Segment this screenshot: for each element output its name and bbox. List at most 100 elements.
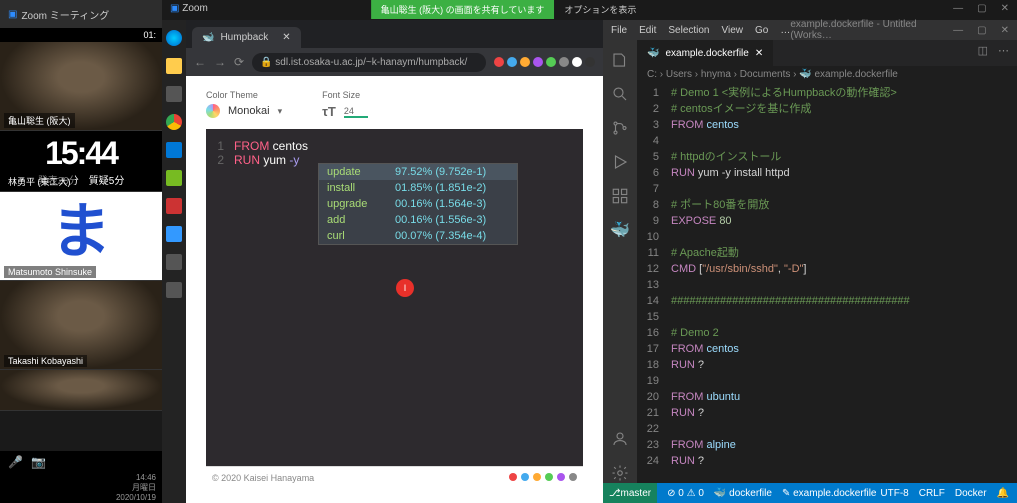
app-icon[interactable]: [166, 226, 182, 242]
address-bar[interactable]: 🔒 sdl.ist.osaka-u.ac.jp/~k-hanaym/humpba…: [252, 53, 486, 72]
zoom-app-icon: ▣: [8, 9, 17, 20]
status-file-type[interactable]: 🐳 dockerfile: [714, 488, 772, 499]
maximize-icon[interactable]: ▢: [977, 3, 986, 17]
search-icon[interactable]: [610, 84, 630, 104]
humpback-editor[interactable]: 1FROM centos 2RUN yum -y update97.52% (9…: [206, 129, 583, 466]
close-icon[interactable]: ✕: [1001, 3, 1009, 17]
lock-icon: 🔒: [260, 57, 272, 68]
participant-video: [0, 370, 162, 410]
maximize-icon[interactable]: ▢: [977, 25, 986, 36]
explorer-icon[interactable]: [166, 58, 182, 74]
participant-tile[interactable]: [0, 370, 162, 411]
vscode-activity-bar[interactable]: 🐳: [603, 40, 637, 483]
menu-item[interactable]: View: [722, 25, 744, 36]
menu-item[interactable]: Selection: [668, 25, 709, 36]
minimize-icon[interactable]: —: [953, 3, 963, 17]
screen-share-banner: 亀山聡生 (阪大) の画面を共有しています オプションを表示: [371, 0, 647, 19]
encoding-status[interactable]: UTF-8: [880, 488, 908, 499]
zoom-toolbar[interactable]: 🎤 📷 14:46 月曜日 2020/10/19: [0, 451, 162, 503]
extension-icons[interactable]: [494, 57, 595, 67]
menu-item[interactable]: Edit: [639, 25, 656, 36]
favicon-icon: 🐋: [202, 32, 214, 43]
notifications-icon[interactable]: 🔔: [997, 488, 1009, 499]
chrome-window: 🐋 Humpback ✕ ← → ⟳ 🔒 sdl.ist.osaka-u.ac.…: [186, 20, 603, 503]
autocomplete-popup[interactable]: update97.52% (9.752e-1)install01.85% (1.…: [318, 163, 518, 245]
settings-icon[interactable]: [166, 86, 182, 102]
zoom-titlebar[interactable]: ▣ Zoom ミーティング: [0, 0, 162, 28]
fontsize-label: Font Size: [322, 90, 368, 100]
suggestion-item[interactable]: update97.52% (9.752e-1): [319, 164, 517, 180]
fontsize-icon: τT: [322, 104, 336, 119]
fontsize-input[interactable]: 24: [344, 106, 368, 118]
taskbar-clock: 14:46 月曜日 2020/10/19: [0, 473, 162, 502]
theme-swatch-icon: [206, 104, 220, 118]
vscode-statusbar[interactable]: ⎇ master ⊘ 0 ⚠ 0 🐳 dockerfile ✎ example.…: [603, 483, 1017, 503]
git-branch[interactable]: ⎇ master: [603, 483, 657, 503]
menu-item[interactable]: File: [611, 25, 627, 36]
app-icon[interactable]: [166, 254, 182, 270]
footer-links[interactable]: [509, 473, 577, 483]
docker-icon[interactable]: 🐳: [610, 220, 630, 240]
editor-tab[interactable]: 🐳 example.dockerfile ✕: [637, 40, 774, 66]
suggestion-item[interactable]: install01.85% (1.851e-2): [319, 180, 517, 196]
vscode-window: File Edit Selection View Go … example.dockerf…: [603, 20, 1017, 503]
zoom-meeting-window: ▣ Zoom ミーティング 01: 亀山聡生 (阪大) 15:44 発表20分 …: [0, 0, 162, 503]
vscode-icon[interactable]: [166, 142, 182, 158]
chrome-icon[interactable]: [166, 114, 182, 130]
files-icon[interactable]: [610, 50, 630, 70]
app-icon[interactable]: [166, 170, 182, 186]
run-debug-icon[interactable]: [610, 152, 630, 172]
vscode-menubar[interactable]: File Edit Selection View Go …: [611, 25, 790, 36]
zoom-duration: 01:: [0, 28, 162, 42]
page-footer: © 2020 Kaisei Hanayama: [212, 473, 314, 483]
theme-select[interactable]: Monokai: [228, 105, 270, 117]
participant-tile[interactable]: 15:44 発表20分 質疑5分 林勇平 (東工大): [0, 131, 162, 192]
breadcrumb[interactable]: C: › Users › hnyma › Documents › 🐳 examp…: [637, 66, 1017, 83]
participant-tile[interactable]: ま Matsumoto Shinsuke: [0, 192, 162, 281]
language-status[interactable]: Docker: [955, 488, 987, 499]
menu-item[interactable]: …: [780, 25, 790, 36]
chevron-down-icon[interactable]: ▾: [278, 106, 283, 117]
windows-taskbar[interactable]: [162, 20, 186, 503]
tab-close-icon[interactable]: ✕: [755, 48, 763, 59]
mic-icon[interactable]: 🎤: [8, 455, 23, 469]
suggestion-item[interactable]: curl00.07% (7.354e-4): [319, 228, 517, 244]
minimize-icon[interactable]: —: [953, 25, 963, 36]
vscode-title: example.dockerfile - Untitled (Works…: [790, 19, 953, 41]
participant-tile[interactable]: 亀山聡生 (阪大): [0, 42, 162, 131]
theme-label: Color Theme: [206, 90, 282, 100]
back-icon[interactable]: ←: [194, 55, 206, 69]
app-icon[interactable]: [166, 282, 182, 298]
eol-status[interactable]: CRLF: [919, 488, 945, 499]
suggestion-item[interactable]: upgrade00.16% (1.564e-3): [319, 196, 517, 212]
share-status: 亀山聡生 (阪大) の画面を共有しています: [371, 0, 555, 19]
humpback-page: Color Theme Monokai ▾ Font Size τT 24 1F…: [186, 76, 603, 503]
reload-icon[interactable]: ⟳: [234, 55, 244, 69]
code-editor[interactable]: 1# Demo 1 <実例によるHumpbackの動作確認>2# centosイ…: [637, 83, 1017, 483]
vscode-titlebar[interactable]: File Edit Selection View Go … example.dockerf…: [603, 20, 1017, 40]
participant-tile[interactable]: Takashi Kobayashi: [0, 281, 162, 370]
vscode-editor-tabs[interactable]: 🐳 example.dockerfile ✕ ◫ ⋯: [637, 40, 1017, 66]
suggestion-item[interactable]: add00.16% (1.556e-3): [319, 212, 517, 228]
edge-icon[interactable]: [166, 30, 182, 46]
recording-cursor-icon: I: [396, 279, 414, 297]
browser-tabstrip[interactable]: 🐋 Humpback ✕: [186, 20, 603, 48]
share-options-button[interactable]: オプションを表示: [554, 0, 646, 19]
gear-icon[interactable]: [610, 463, 630, 483]
status-file-path[interactable]: ✎ example.dockerfile: [782, 488, 877, 499]
forward-icon[interactable]: →: [214, 55, 226, 69]
app-icon[interactable]: [166, 198, 182, 214]
dockerfile-icon: 🐳: [647, 48, 659, 59]
problems-status[interactable]: ⊘ 0 ⚠ 0: [667, 488, 704, 499]
extensions-icon[interactable]: [610, 186, 630, 206]
menu-item[interactable]: Go: [755, 25, 768, 36]
tab-close-icon[interactable]: ✕: [282, 32, 290, 43]
browser-tab[interactable]: 🐋 Humpback ✕: [192, 27, 301, 48]
close-icon[interactable]: ✕: [1001, 25, 1009, 36]
split-editor-icon[interactable]: ◫: [978, 44, 988, 62]
browser-toolbar: ← → ⟳ 🔒 sdl.ist.osaka-u.ac.jp/~k-hanaym/…: [186, 48, 603, 76]
camera-icon[interactable]: 📷: [31, 455, 46, 469]
account-icon[interactable]: [610, 429, 630, 449]
more-icon[interactable]: ⋯: [998, 44, 1009, 62]
source-control-icon[interactable]: [610, 118, 630, 138]
